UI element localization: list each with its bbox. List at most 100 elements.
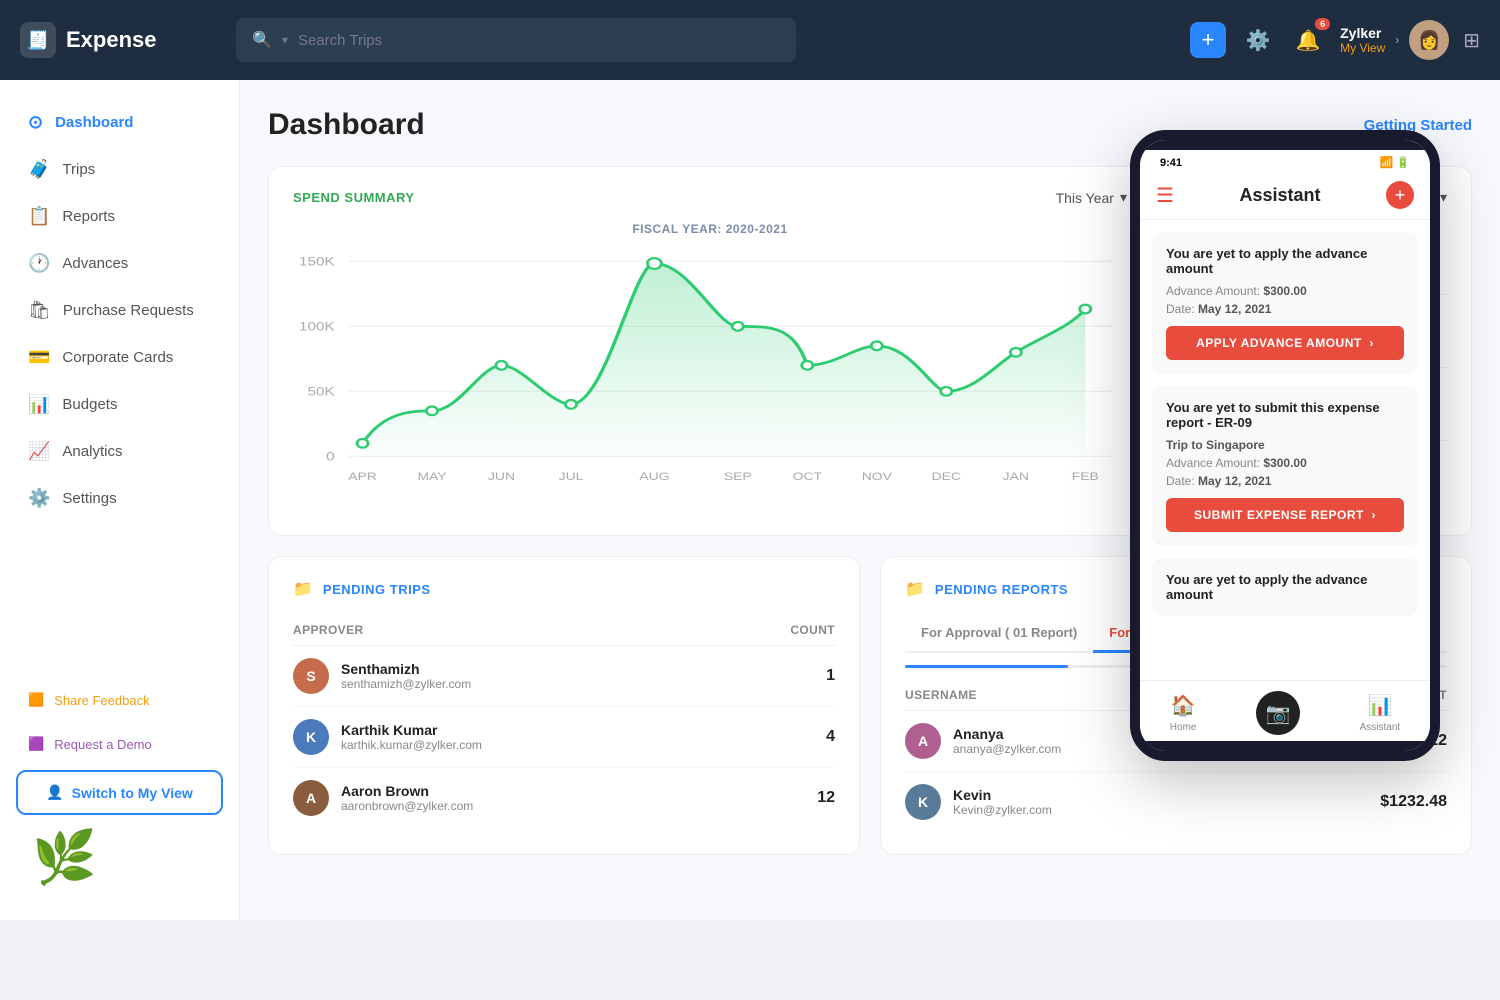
phone-status-icons: 📶 🔋	[1380, 156, 1410, 169]
row-left: K Karthik Kumar karthik.kumar@zylker.com	[293, 719, 482, 755]
notif-heading-3: You are yet to apply the advance amount	[1166, 572, 1404, 602]
row-info: Ananya ananya@zylker.com	[953, 726, 1061, 756]
settings-button[interactable]: ⚙️	[1240, 22, 1276, 58]
assistant-menu-icon[interactable]: ☰	[1156, 183, 1174, 208]
notif-trip-2: Trip to Singapore	[1166, 438, 1404, 452]
budgets-icon: 📊	[28, 394, 50, 415]
row-amount: $1232.48	[1380, 793, 1447, 811]
svg-text:DEC: DEC	[932, 471, 961, 483]
row-info: Karthik Kumar karthik.kumar@zylker.com	[341, 722, 482, 752]
row-email: senthamizh@zylker.com	[341, 677, 471, 691]
svg-text:50K: 50K	[308, 385, 335, 398]
user-menu[interactable]: Zylker My View › 👩	[1340, 20, 1449, 60]
sidebar-item-corporate-cards[interactable]: 💳 Corporate Cards	[12, 335, 227, 380]
assistant-phone-overlay: 9:41 📶 🔋 ☰ Assistant + You are yet to ap…	[1130, 130, 1440, 761]
svg-text:JUL: JUL	[559, 471, 584, 483]
plant-decoration: 🌿	[16, 819, 223, 888]
notif-date-1: Date: May 12, 2021	[1166, 302, 1404, 316]
sidebar-item-advances[interactable]: 🕐 Advances	[12, 241, 227, 286]
svg-text:OCT: OCT	[793, 471, 823, 483]
sidebar-item-trips[interactable]: 🧳 Trips	[12, 147, 227, 192]
share-feedback-button[interactable]: 🟧 Share Feedback	[16, 682, 223, 718]
row-left: K Kevin Kevin@zylker.com	[905, 784, 1052, 820]
phone-time: 9:41	[1160, 157, 1182, 169]
reports-icon: 📋	[28, 206, 50, 227]
dashboard-icon: ⊙	[28, 112, 43, 133]
assistant-nav-icon: 📊	[1367, 693, 1392, 718]
assistant-notification-1: You are yet to apply the advance amount …	[1152, 232, 1418, 374]
app-logo[interactable]: 🧾 Expense	[20, 22, 220, 58]
row-left: S Senthamizh senthamizh@zylker.com	[293, 658, 471, 694]
row-count: 4	[826, 728, 835, 746]
sidebar-label-dashboard: Dashboard	[55, 114, 133, 131]
row-name: Senthamizh	[341, 661, 471, 677]
request-demo-button[interactable]: 🟪 Request a Demo	[16, 726, 223, 762]
pending-trips-title: PENDING TRIPS	[323, 582, 431, 597]
table-row[interactable]: K Kevin Kevin@zylker.com $1232.48	[905, 772, 1447, 832]
table-row[interactable]: K Karthik Kumar karthik.kumar@zylker.com…	[293, 707, 835, 768]
pending-trips-icon: 📁	[293, 579, 313, 599]
sidebar-item-analytics[interactable]: 📈 Analytics	[12, 429, 227, 474]
row-info: Kevin Kevin@zylker.com	[953, 787, 1052, 817]
user-name: Zylker	[1340, 25, 1385, 41]
assistant-header: ☰ Assistant +	[1140, 171, 1430, 220]
row-email: aaronbrown@zylker.com	[341, 799, 473, 813]
grid-apps-icon[interactable]: ⊞	[1463, 28, 1480, 53]
phone-nav-camera[interactable]: 📷	[1256, 691, 1300, 735]
avatar: A	[293, 780, 329, 816]
row-info: Senthamizh senthamizh@zylker.com	[341, 661, 471, 691]
sidebar-item-dashboard[interactable]: ⊙ Dashboard	[12, 100, 227, 145]
apply-advance-amount-button[interactable]: APPLY ADVANCE AMOUNT ›	[1166, 326, 1404, 360]
sidebar-label-corporate-cards: Corporate Cards	[62, 349, 173, 366]
notif-heading-1: You are yet to apply the advance amount	[1166, 246, 1404, 276]
phone-top-notch	[1140, 140, 1430, 150]
search-icon: 🔍	[252, 30, 272, 50]
sidebar: ⊙ Dashboard 🧳 Trips 📋 Reports 🕐 Advances…	[0, 80, 240, 920]
spend-chart-svg: 150K 100K 50K 0	[293, 244, 1127, 504]
assistant-add-button[interactable]: +	[1386, 181, 1414, 209]
home-label: Home	[1170, 722, 1197, 733]
user-avatar[interactable]: 👩	[1409, 20, 1449, 60]
avatar: A	[905, 723, 941, 759]
spend-summary-title: SPEND SUMMARY	[293, 190, 415, 205]
username-col-header: USERNAME	[905, 688, 977, 702]
app-name: Expense	[66, 27, 157, 53]
table-row[interactable]: S Senthamizh senthamizh@zylker.com 1	[293, 646, 835, 707]
assistant-nav-label: Assistant	[1360, 722, 1401, 733]
tab-for-approval[interactable]: For Approval ( 01 Report)	[905, 615, 1093, 653]
phone-nav-assistant[interactable]: 📊 Assistant	[1360, 693, 1401, 733]
analytics-icon: 📈	[28, 441, 50, 462]
svg-text:100K: 100K	[299, 320, 335, 333]
switch-to-my-view-button[interactable]: 👤 Switch to My View	[16, 770, 223, 815]
approver-col-header: APPROVER	[293, 623, 364, 637]
settings-icon: ⚙️	[28, 488, 50, 509]
share-feedback-icon: 🟧	[28, 692, 44, 708]
avatar: K	[293, 719, 329, 755]
sidebar-label-trips: Trips	[62, 161, 95, 178]
sidebar-label-purchase-requests: Purchase Requests	[63, 302, 194, 319]
add-button[interactable]: +	[1190, 22, 1226, 58]
notifications-button[interactable]: 🔔 6	[1290, 22, 1326, 58]
sidebar-item-reports[interactable]: 📋 Reports	[12, 194, 227, 239]
table-row[interactable]: A Aaron Brown aaronbrown@zylker.com 12	[293, 768, 835, 828]
spend-summary-year-selector[interactable]: This Year ▾	[1056, 189, 1127, 206]
search-dropdown-arrow[interactable]: ▾	[282, 33, 288, 47]
notif-heading-2: You are yet to submit this expense repor…	[1166, 400, 1404, 430]
sidebar-item-budgets[interactable]: 📊 Budgets	[12, 382, 227, 427]
search-input[interactable]	[298, 32, 780, 49]
sidebar-item-purchase-requests[interactable]: 🛍 Purchase Requests	[12, 288, 227, 333]
sidebar-item-settings[interactable]: ⚙️ Settings	[12, 476, 227, 521]
spend-summary-header: SPEND SUMMARY This Year ▾	[293, 189, 1127, 206]
camera-icon: 📷	[1256, 691, 1300, 735]
submit-expense-report-button[interactable]: SUBMIT EXPENSE REPORT ›	[1166, 498, 1404, 532]
sidebar-nav: ⊙ Dashboard 🧳 Trips 📋 Reports 🕐 Advances…	[0, 100, 239, 670]
phone-nav-home[interactable]: 🏠 Home	[1170, 693, 1197, 733]
search-bar[interactable]: 🔍 ▾	[236, 18, 796, 62]
svg-text:MAY: MAY	[417, 471, 447, 483]
nav-actions: + ⚙️ 🔔 6 Zylker My View › 👩 ⊞	[1190, 20, 1480, 60]
row-left: A Aaron Brown aaronbrown@zylker.com	[293, 780, 473, 816]
row-email: karthik.kumar@zylker.com	[341, 738, 482, 752]
tab-approval-label: For Approval ( 01 Report)	[921, 625, 1077, 640]
advances-icon: 🕐	[28, 253, 50, 274]
count-col-header: COUNT	[790, 623, 835, 637]
